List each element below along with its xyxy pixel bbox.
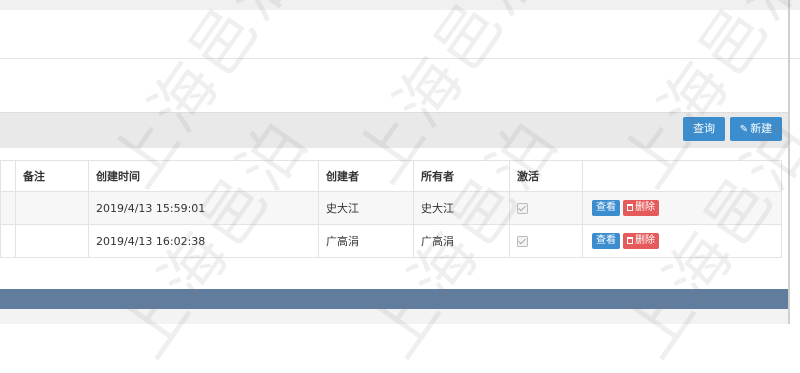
cell-note (15, 191, 89, 225)
header-created-time[interactable]: 创建时间 (88, 160, 319, 192)
delete-button[interactable]: 删除 (623, 233, 659, 249)
trash-icon (627, 237, 633, 244)
header-active[interactable]: 激活 (509, 160, 583, 192)
cell-owner: 广高涓 (413, 224, 510, 258)
query-button-label: 查询 (693, 122, 715, 135)
header-actions (582, 160, 782, 192)
header-note[interactable]: 备注 (15, 160, 89, 192)
header-owner[interactable]: 所有者 (413, 160, 510, 192)
cell-hidden (0, 224, 16, 258)
cell-hidden (0, 191, 16, 225)
cell-active (509, 224, 583, 258)
header-cell-hidden (0, 160, 16, 192)
cell-created-time: 2019/4/13 16:02:38 (88, 224, 319, 258)
cell-note (15, 224, 89, 258)
delete-button-label: 删除 (635, 202, 655, 213)
divider (0, 58, 800, 59)
footer-bar (0, 289, 790, 309)
scrollbar-edge (788, 0, 790, 324)
cell-active (509, 191, 583, 225)
query-button[interactable]: 查询 (683, 117, 725, 141)
table-header-row: 备注 创建时间 创建者 所有者 激活 (0, 160, 782, 192)
pencil-icon: ✎ (739, 124, 749, 135)
cell-created-time: 2019/4/13 15:59:01 (88, 191, 319, 225)
data-table: 备注 创建时间 创建者 所有者 激活 2019/4/13 15:59:01 史大… (0, 160, 782, 258)
view-button[interactable]: 查看 (592, 233, 620, 249)
new-button[interactable]: ✎ 新建 (730, 117, 782, 141)
view-button[interactable]: 查看 (592, 200, 620, 216)
table-row[interactable]: 2019/4/13 15:59:01 史大江 史大江 查看 删除 (0, 191, 782, 225)
active-checkbox[interactable] (517, 203, 528, 214)
top-band (0, 0, 800, 10)
bottom-band (0, 309, 790, 324)
delete-button[interactable]: 删除 (623, 200, 659, 216)
trash-icon (627, 204, 633, 211)
cell-creator: 广高涓 (318, 224, 414, 258)
toolbar (0, 112, 788, 148)
cell-actions: 查看 删除 (582, 224, 782, 258)
new-button-label: 新建 (750, 122, 773, 135)
header-creator[interactable]: 创建者 (318, 160, 414, 192)
active-checkbox[interactable] (517, 236, 528, 247)
cell-owner: 史大江 (413, 191, 510, 225)
cell-actions: 查看 删除 (582, 191, 782, 225)
delete-button-label: 删除 (635, 235, 655, 246)
cell-creator: 史大江 (318, 191, 414, 225)
table-row[interactable]: 2019/4/13 16:02:38 广高涓 广高涓 查看 删除 (0, 224, 782, 258)
